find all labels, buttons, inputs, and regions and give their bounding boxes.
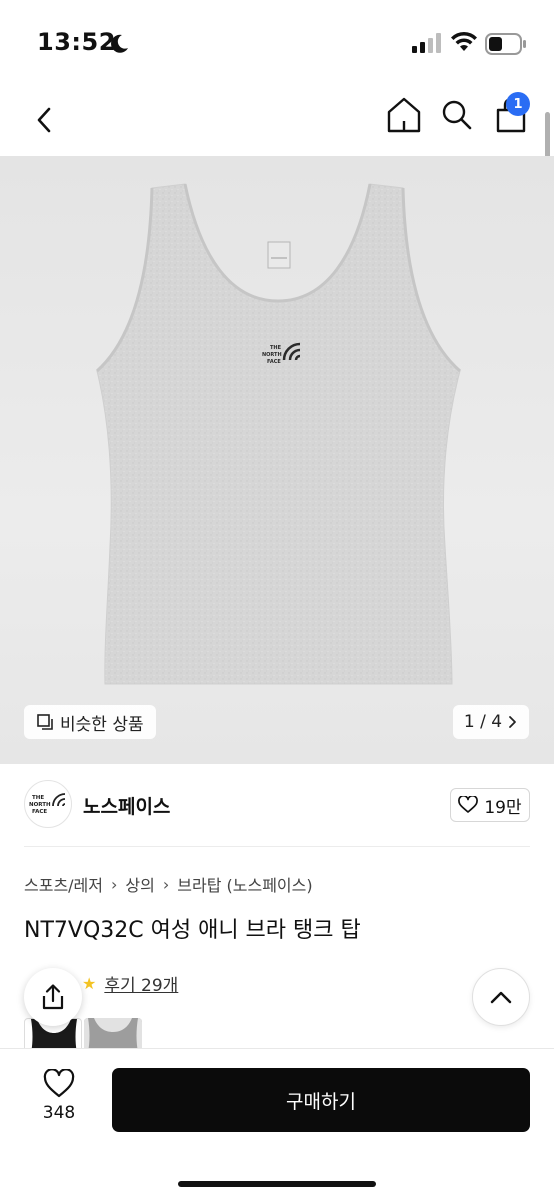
similar-products-label: 비슷한 상품 [60,714,144,735]
star-icon: ★ [82,973,97,993]
chevron-right-icon [509,716,516,728]
divider [24,846,530,847]
moon-icon [111,34,128,53]
image-page-indicator[interactable]: 1 / 4 [453,705,529,739]
search-icon [442,100,472,130]
breadcrumb-item-category[interactable]: 스포츠/레저 [24,872,103,896]
product-logo-line-1: THE [270,345,282,351]
search-button[interactable] [437,94,477,136]
status-time: 13:52 [37,28,116,56]
back-button[interactable] [24,96,64,144]
wishlist-button[interactable]: 348 [24,1069,94,1139]
heart-icon [43,1069,75,1098]
chevron-left-icon [37,107,51,133]
buy-button[interactable]: 구매하기 [112,1068,530,1132]
cart-count-badge: 1 [506,92,530,116]
battery-icon [485,33,526,55]
product-logo-line-2: NORTH [262,352,282,358]
scroll-to-top-button[interactable] [472,968,530,1026]
bottom-action-bar: 348 구매하기 [0,1048,554,1200]
wishlist-count: 348 [42,1103,76,1123]
chevron-right-icon: › [111,874,118,894]
product-title: NT7VQ32C 여성 애니 브라 탱크 탑 [24,918,361,943]
breadcrumb-item-subcategory[interactable]: 상의 [125,872,154,896]
share-button[interactable] [24,968,82,1026]
similar-items-icon [37,714,53,730]
share-icon [42,984,64,1010]
north-face-logo-icon: THE NORTH FACE [29,793,66,815]
nav-bar [0,88,554,156]
brand-logo-line-2: NORTH [29,802,51,808]
color-option-gray[interactable] [84,1018,142,1052]
brand-row: THE NORTH FACE 노스페이스 19만 [24,780,530,830]
tank-top-image: THE NORTH FACE [95,183,461,685]
wifi-icon [451,31,477,51]
brand-like-button[interactable]: 19만 [450,788,530,822]
heart-icon [458,796,479,813]
product-logo-line-3: FACE [267,359,281,365]
home-indicator [178,1181,376,1187]
review-count-link[interactable]: 후기 29개 [104,971,178,996]
brand-logo-line-1: THE [32,795,44,801]
home-icon [387,97,421,133]
cellular-signal-icon [412,33,441,53]
chevron-up-icon [490,991,512,1004]
page-indicator-text: 1 / 4 [463,712,503,732]
brand-like-count: 19만 [484,797,522,818]
product-image-carousel[interactable]: THE NORTH FACE [0,156,554,764]
breadcrumb: 스포츠/레저 › 상의 › 브라탑 (노스페이스) [24,872,313,896]
similar-products-button[interactable]: 비슷한 상품 [24,705,156,739]
gray-tank-thumbnail [84,1018,142,1052]
brand-logo-line-3: FACE [32,809,47,815]
status-bar: 13:52 [0,0,554,88]
chevron-right-icon: › [162,874,170,894]
brand-name[interactable]: 노스페이스 [83,792,170,819]
breadcrumb-item-product-type[interactable]: 브라탑 (노스페이스) [177,872,312,896]
brand-logo[interactable]: THE NORTH FACE [24,780,72,828]
home-button[interactable] [384,94,424,136]
